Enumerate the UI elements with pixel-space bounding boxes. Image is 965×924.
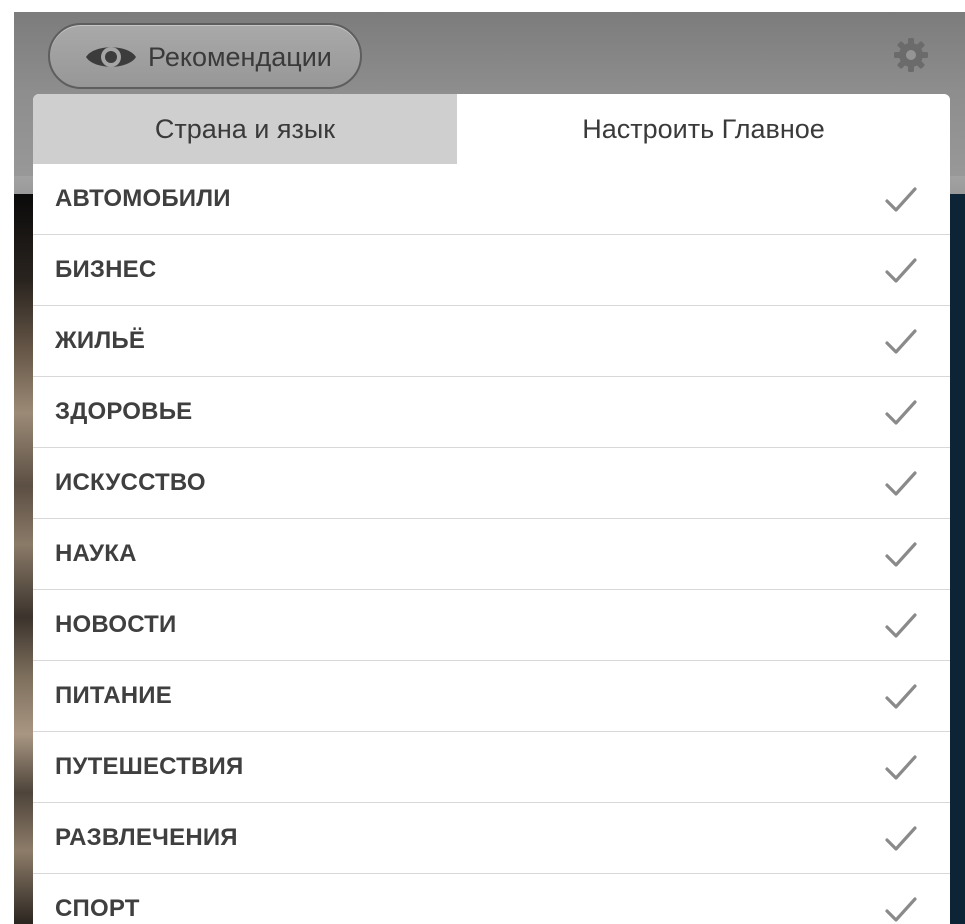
topic-label: РАЗВЛЕЧЕНИЯ bbox=[55, 824, 238, 851]
topic-row[interactable]: НАУКА bbox=[33, 519, 950, 590]
tab-label: Настроить Главное bbox=[582, 113, 825, 144]
topic-row[interactable]: БИЗНЕС bbox=[33, 235, 950, 306]
settings-panel: Страна и язык Настроить Главное АВТОМОБИ… bbox=[33, 94, 950, 924]
checkmark-icon bbox=[885, 542, 917, 567]
topic-row[interactable]: НОВОСТИ bbox=[33, 590, 950, 661]
topic-label: НАУКА bbox=[55, 540, 137, 567]
checkmark-icon bbox=[885, 613, 917, 638]
checkmark-icon bbox=[885, 755, 917, 780]
tab-bar: Страна и язык Настроить Главное bbox=[33, 94, 950, 164]
eye-icon bbox=[86, 47, 136, 67]
gear-icon[interactable] bbox=[893, 37, 929, 73]
tab-customize-main[interactable]: Настроить Главное bbox=[457, 94, 950, 164]
checkmark-icon bbox=[885, 471, 917, 496]
app-window: Рекомендации Страна и язык Настроить Гла… bbox=[0, 0, 965, 924]
topic-row[interactable]: СПОРТ bbox=[33, 874, 950, 924]
topic-row[interactable]: АВТОМОБИЛИ bbox=[33, 164, 950, 235]
topic-row[interactable]: ЖИЛЬЁ bbox=[33, 306, 950, 377]
topic-label: ЖИЛЬЁ bbox=[55, 327, 146, 354]
tab-label: Страна и язык bbox=[154, 113, 336, 144]
topic-label: ПИТАНИЕ bbox=[55, 682, 172, 709]
topic-label: НОВОСТИ bbox=[55, 611, 177, 638]
recommendations-button[interactable]: Рекомендации bbox=[48, 23, 362, 89]
topic-label: ЗДОРОВЬЕ bbox=[55, 398, 193, 425]
topic-label: ПУТЕШЕСТВИЯ bbox=[55, 753, 244, 780]
topic-label: БИЗНЕС bbox=[55, 256, 157, 283]
topic-row[interactable]: ИСКУССТВО bbox=[33, 448, 950, 519]
topic-row[interactable]: РАЗВЛЕЧЕНИЯ bbox=[33, 803, 950, 874]
checkmark-icon bbox=[885, 684, 917, 709]
checkmark-icon bbox=[885, 329, 917, 354]
background-edge bbox=[950, 194, 965, 924]
topic-label: АВТОМОБИЛИ bbox=[55, 185, 231, 212]
tab-country-language[interactable]: Страна и язык bbox=[33, 94, 457, 164]
checkmark-icon bbox=[885, 187, 917, 212]
topic-list: АВТОМОБИЛИ БИЗНЕС ЖИЛЬЁ ЗДОРОВЬЕ ИСКУССТ… bbox=[33, 164, 950, 924]
topic-label: ИСКУССТВО bbox=[55, 469, 206, 496]
checkmark-icon bbox=[885, 826, 917, 851]
topic-row[interactable]: ПИТАНИЕ bbox=[33, 661, 950, 732]
checkmark-icon bbox=[885, 258, 917, 283]
topic-label: СПОРТ bbox=[55, 895, 140, 922]
recommendations-label: Рекомендации bbox=[148, 42, 332, 72]
topic-row[interactable]: ЗДОРОВЬЕ bbox=[33, 377, 950, 448]
checkmark-icon bbox=[885, 897, 917, 922]
checkmark-icon bbox=[885, 400, 917, 425]
topic-row[interactable]: ПУТЕШЕСТВИЯ bbox=[33, 732, 950, 803]
